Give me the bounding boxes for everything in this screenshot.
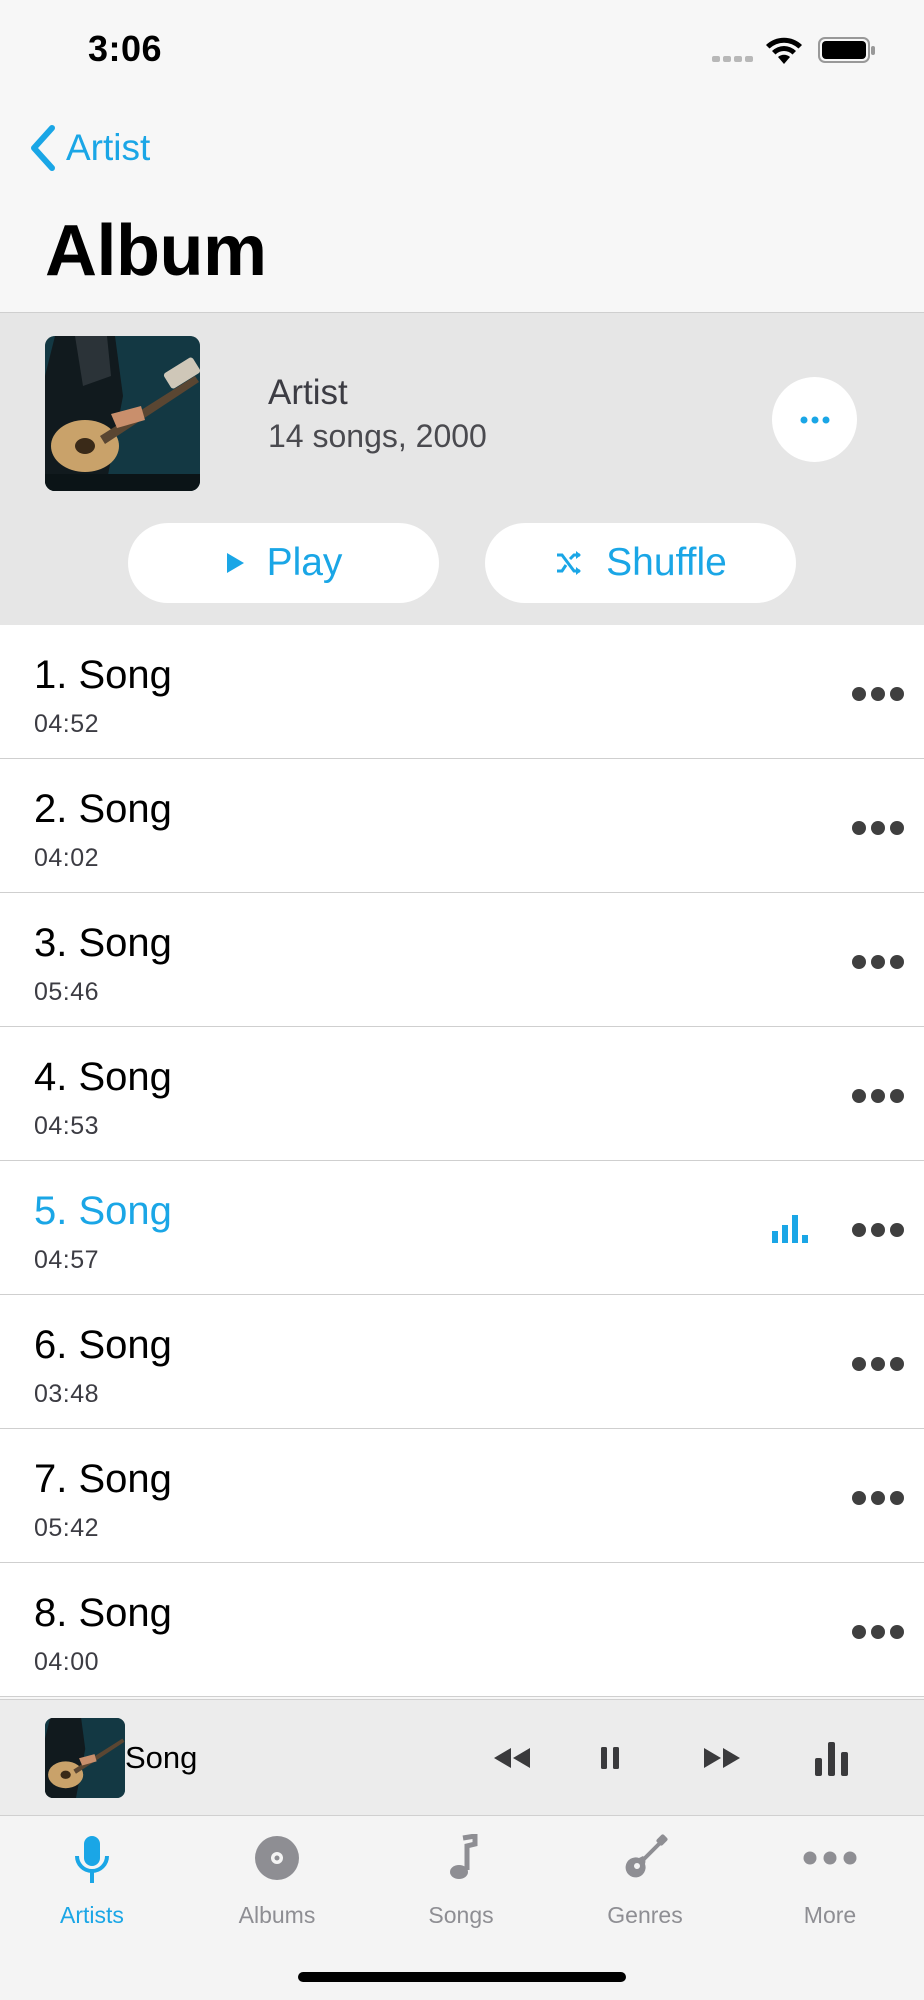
- more-icon: [803, 1851, 857, 1865]
- song-duration: 04:52: [34, 710, 100, 738]
- song-title: 3. Song: [34, 921, 172, 965]
- song-list: 1. Song 04:52 2. Song 04:02 3. Song 05:4…: [0, 625, 924, 1697]
- pause-button[interactable]: [588, 1730, 632, 1786]
- pause-icon: [601, 1747, 619, 1769]
- song-duration: 04:53: [34, 1112, 100, 1140]
- more-icon[interactable]: [852, 1625, 904, 1639]
- more-icon[interactable]: [852, 821, 904, 835]
- song-duration: 05:42: [34, 1514, 100, 1542]
- back-label: Artist: [66, 127, 151, 168]
- song-title: 4. Song: [34, 1055, 172, 1099]
- play-label: Play: [266, 541, 343, 584]
- music-note-icon: [450, 1834, 478, 1879]
- mini-player[interactable]: Song: [0, 1699, 924, 1815]
- guitar-icon: [625, 1834, 668, 1878]
- status-bar: 3:06: [0, 0, 924, 100]
- album-more-button[interactable]: [772, 377, 857, 462]
- mini-player-title: Song: [125, 1740, 198, 1775]
- wifi-icon: [766, 37, 802, 64]
- more-icon[interactable]: [852, 1491, 904, 1505]
- song-row[interactable]: 6. Song 03:48: [0, 1295, 924, 1429]
- bars-icon: [815, 1742, 848, 1776]
- album-meta: 14 songs, 2000: [268, 418, 487, 454]
- shuffle-label: Shuffle: [606, 541, 727, 584]
- microphone-icon: [75, 1836, 109, 1883]
- disc-icon: [255, 1836, 299, 1880]
- mini-player-artwork: [45, 1718, 125, 1798]
- song-duration: 04:00: [34, 1648, 100, 1676]
- tab-albums[interactable]: Albums: [185, 1816, 369, 1936]
- song-title: 7. Song: [34, 1457, 172, 1501]
- song-title: 8. Song: [34, 1591, 172, 1635]
- tab-label: Songs: [428, 1902, 494, 1928]
- now-playing-bars-icon: [772, 1215, 808, 1243]
- more-icon[interactable]: [852, 687, 904, 701]
- more-icon[interactable]: [852, 1089, 904, 1103]
- tab-songs[interactable]: Songs: [369, 1816, 553, 1936]
- rewind-icon: [494, 1748, 530, 1768]
- fast-forward-icon: [704, 1748, 740, 1768]
- tab-label: Artists: [60, 1902, 124, 1928]
- status-time: 3:06: [88, 28, 163, 69]
- song-title: 5. Song: [34, 1189, 172, 1233]
- song-duration: 04:02: [34, 844, 100, 872]
- rewind-button[interactable]: [484, 1730, 540, 1786]
- more-icon[interactable]: [852, 1357, 904, 1371]
- album-artist: Artist: [268, 373, 348, 412]
- album-artwork: [45, 336, 200, 491]
- tab-genres[interactable]: Genres: [553, 1816, 737, 1936]
- tab-label: Genres: [607, 1902, 683, 1928]
- cellular-signal-icon: [712, 52, 756, 64]
- now-playing-queue-button[interactable]: [806, 1730, 858, 1786]
- play-icon: [226, 553, 244, 573]
- song-row[interactable]: 1. Song 04:52: [0, 625, 924, 759]
- song-title: 1. Song: [34, 653, 172, 697]
- tab-label: More: [803, 1902, 857, 1928]
- shuffle-icon: [557, 551, 582, 575]
- song-row[interactable]: 4. Song 04:53: [0, 1027, 924, 1161]
- song-row-now-playing[interactable]: 5. Song 04:57: [0, 1161, 924, 1295]
- tab-artists[interactable]: Artists: [0, 1816, 184, 1936]
- shuffle-button[interactable]: Shuffle: [485, 523, 796, 603]
- page-title: Album: [45, 211, 267, 291]
- more-icon[interactable]: [852, 955, 904, 969]
- song-row[interactable]: 7. Song 05:42: [0, 1429, 924, 1563]
- song-duration: 05:46: [34, 978, 100, 1006]
- battery-icon: [818, 37, 875, 63]
- tab-label: Albums: [238, 1902, 316, 1928]
- song-duration: 04:57: [34, 1246, 100, 1274]
- chevron-left-icon: [31, 125, 55, 171]
- more-icon: [800, 416, 829, 423]
- song-duration: 03:48: [34, 1380, 100, 1408]
- tab-more[interactable]: More: [738, 1816, 922, 1936]
- song-row[interactable]: 2. Song 04:02: [0, 759, 924, 893]
- song-row[interactable]: 8. Song 04:00: [0, 1563, 924, 1697]
- song-row[interactable]: 3. Song 05:46: [0, 893, 924, 1027]
- song-title: 6. Song: [34, 1323, 172, 1367]
- home-indicator: [298, 1972, 626, 1982]
- album-header: Artist 14 songs, 2000 Play Shuffle: [0, 312, 924, 625]
- forward-button[interactable]: [694, 1730, 750, 1786]
- back-button[interactable]: Artist: [26, 120, 150, 176]
- more-icon[interactable]: [852, 1223, 904, 1237]
- play-button[interactable]: Play: [128, 523, 439, 603]
- song-title: 2. Song: [34, 787, 172, 831]
